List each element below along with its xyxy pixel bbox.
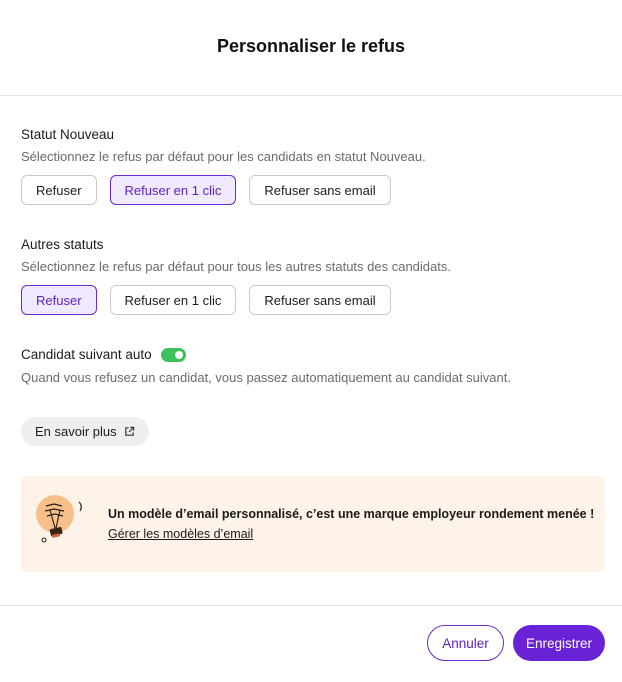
option-refuser-1-clic[interactable]: Refuser en 1 clic [109,175,237,205]
refusal-options-autres: Refuser Refuser en 1 clic Refuser sans e… [21,285,605,315]
section-description: Sélectionnez le refus par défaut pour le… [21,149,426,164]
save-button[interactable]: Enregistrer [513,625,605,661]
section-statut-nouveau: Statut Nouveau Sélectionnez le refus par… [21,127,605,205]
cancel-button[interactable]: Annuler [427,625,504,661]
option-refuser-1-clic[interactable]: Refuser en 1 clic [109,285,237,315]
auto-next-toggle[interactable] [160,347,186,362]
option-refuser[interactable]: Refuser [21,175,97,205]
section-description: Quand vous refusez un candidat, vous pas… [21,370,511,385]
section-title: Autres statuts [21,237,104,252]
learn-more-label: En savoir plus [35,424,117,439]
toggle-knob [174,350,183,359]
modal-header: Personnaliser le refus [0,0,622,96]
option-refuser-sans-email[interactable]: Refuser sans email [249,175,391,205]
promo-title: Un modèle d’email personnalisé, c’est un… [108,507,595,521]
section-description: Sélectionnez le refus par défaut pour to… [21,259,451,274]
manage-email-templates-link[interactable]: Gérer les modèles d’email [108,527,253,541]
section-autres-statuts: Autres statuts Sélectionnez le refus par… [21,237,605,315]
refusal-options-nouveau: Refuser Refuser en 1 clic Refuser sans e… [21,175,605,205]
external-link-icon [124,426,135,437]
option-refuser-sans-email[interactable]: Refuser sans email [249,285,391,315]
modal-title: Personnaliser le refus [216,36,406,56]
modal-footer: Annuler Enregistrer [0,605,622,682]
email-template-promo: Un modèle d’email personnalisé, c’est un… [21,476,605,572]
lightbulb-icon [21,476,108,572]
section-title: Statut Nouveau [21,127,115,142]
option-refuser[interactable]: Refuser [21,285,97,315]
section-title: Candidat suivant auto [21,347,152,362]
learn-more-button[interactable]: En savoir plus [21,417,149,446]
section-auto-next: Candidat suivant auto Quand vous refusez… [21,347,605,385]
